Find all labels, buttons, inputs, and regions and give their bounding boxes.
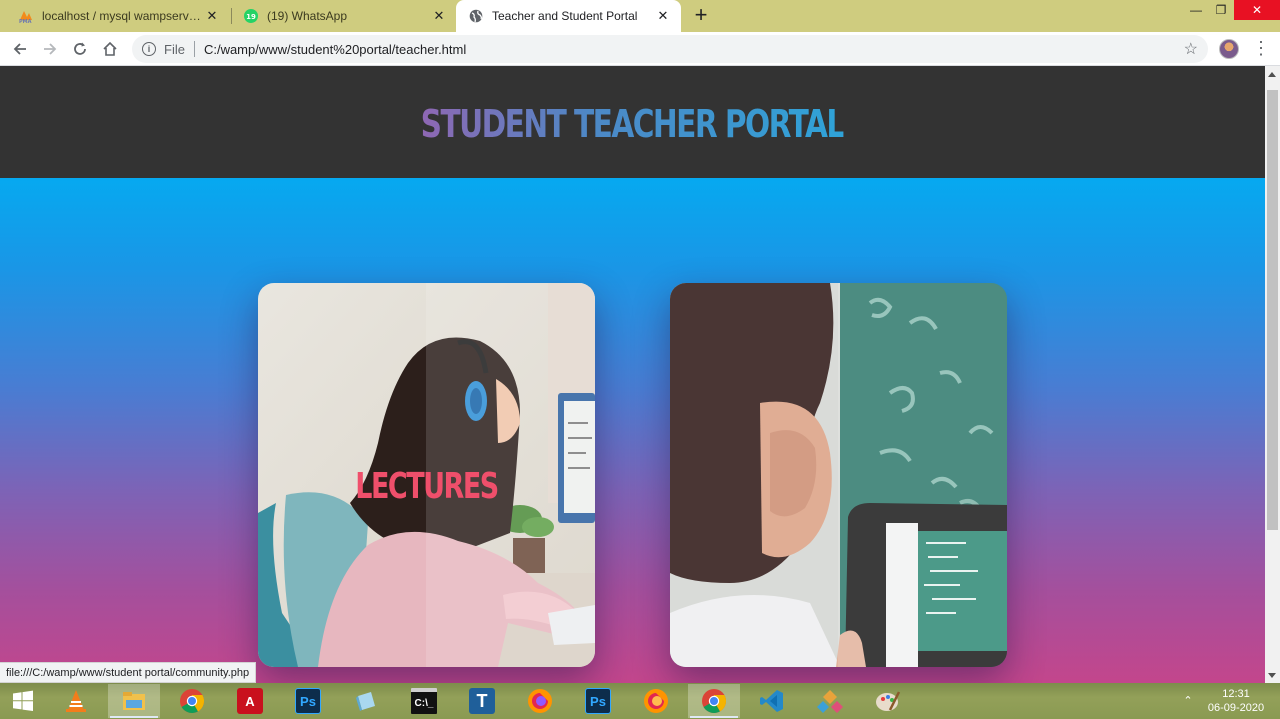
tab-title: Teacher and Student Portal [492, 9, 638, 23]
vscode-icon [760, 690, 783, 712]
tab-strip: PMA localhost / mysql wampserver / s ✕ 1… [0, 0, 1280, 32]
start-button[interactable] [0, 684, 46, 718]
address-bar[interactable]: i File C:/wamp/www/student%20portal/teac… [132, 35, 1208, 63]
lectures-card[interactable]: LECTURES [258, 283, 595, 667]
chrome-icon [702, 689, 727, 714]
browser-toolbar: i File C:/wamp/www/student%20portal/teac… [0, 32, 1280, 66]
info-icon[interactable]: i [142, 42, 156, 56]
scroll-up-icon[interactable] [1268, 72, 1276, 77]
taskbar-typing-master[interactable]: T [456, 684, 508, 718]
tab-title: (19) WhatsApp [267, 9, 348, 23]
back-arrow-icon [13, 43, 26, 55]
file-explorer-icon [123, 692, 145, 710]
taskbar-acrobat[interactable]: A [224, 684, 276, 718]
taskbar-notepad[interactable] [340, 684, 392, 718]
close-tab-icon[interactable]: ✕ [204, 8, 220, 24]
profile-avatar[interactable] [1219, 39, 1239, 59]
tab-title: localhost / mysql wampserver / s [42, 9, 204, 23]
windows-taskbar: A Ps C:\_ T Ps [0, 683, 1280, 719]
tray-overflow-icon[interactable]: ⌃ [1180, 683, 1196, 719]
scroll-down-icon[interactable] [1268, 673, 1276, 678]
restore-button[interactable]: ❐ [1206, 0, 1236, 20]
cmd-icon: C:\_ [411, 688, 437, 714]
taskbar-paint[interactable] [862, 684, 914, 718]
clock-time: 12:31 [1222, 688, 1250, 700]
home-icon [103, 41, 117, 56]
forward-arrow-icon [44, 43, 57, 55]
site-header: Student Teacher Portal [0, 66, 1265, 178]
phpmyadmin-icon: PMA [18, 8, 34, 24]
whatsapp-icon: 19 [243, 8, 259, 24]
new-tab-button[interactable]: + [690, 4, 712, 26]
globe-icon [468, 8, 484, 24]
taskbar-clock[interactable]: 12:31 06-09-2020 [1200, 683, 1272, 719]
taskbar-vscode[interactable] [746, 684, 798, 718]
url-text[interactable]: C:/wamp/www/student%20portal/teacher.htm… [204, 42, 466, 57]
photoshop-icon: Ps [295, 688, 321, 714]
taskbar-chrome-active[interactable] [688, 684, 740, 718]
page-scrollbar[interactable] [1265, 66, 1280, 683]
scrollbar-thumb[interactable] [1267, 90, 1278, 530]
taskbar-firefox[interactable] [514, 684, 566, 718]
firefox-icon [528, 689, 552, 713]
acrobat-icon: A [237, 688, 263, 714]
notepad-icon [356, 692, 375, 711]
svg-text:19: 19 [246, 13, 256, 21]
typing-master-icon: T [469, 688, 495, 714]
taskbar-cmd[interactable]: C:\_ [398, 684, 450, 718]
photoshop-icon: Ps [585, 688, 611, 714]
svg-text:PMA: PMA [19, 19, 32, 24]
start-icon [13, 690, 33, 711]
back-button[interactable] [8, 37, 32, 61]
taskbar-photoshop[interactable]: Ps [282, 684, 334, 718]
taskbar-photoshop-2[interactable]: Ps [572, 684, 624, 718]
vlc-icon [66, 690, 86, 712]
chrome-icon [180, 689, 205, 714]
card-sheen [838, 283, 1007, 667]
firefox-icon [644, 689, 668, 713]
forward-button[interactable] [38, 37, 62, 61]
taskbar-chrome[interactable] [166, 684, 218, 718]
window-close-button[interactable]: ✕ [1234, 0, 1280, 20]
taskbar-firefox-2[interactable] [630, 684, 682, 718]
paint-icon [876, 691, 901, 711]
tab-whatsapp[interactable]: 19 (19) WhatsApp ✕ [225, 0, 457, 32]
taskbar-app[interactable] [804, 684, 856, 718]
bookmark-star-icon[interactable]: ☆ [1184, 39, 1198, 59]
taskbar-vlc[interactable] [50, 684, 102, 718]
link-status-bubble: file:///C:/wamp/www/student portal/commu… [0, 662, 257, 683]
tab-teacher-student-portal[interactable]: Teacher and Student Portal ✕ [456, 0, 681, 32]
page-viewport: Student Teacher Portal [0, 66, 1265, 683]
browser-menu-icon[interactable]: ⋮ [1252, 39, 1270, 59]
chalkboard-card[interactable] [670, 283, 1007, 667]
tab-phpmyadmin[interactable]: PMA localhost / mysql wampserver / s ✕ [0, 0, 230, 32]
page-title: Student Teacher Portal [420, 102, 846, 146]
hero-section: LECTURES [0, 178, 1265, 683]
taskbar-file-explorer[interactable] [108, 684, 160, 718]
reload-button[interactable] [68, 37, 92, 61]
scheme-label: File [164, 41, 185, 57]
clock-date: 06-09-2020 [1207, 702, 1265, 714]
close-tab-icon[interactable]: ✕ [431, 8, 447, 24]
app-icon [817, 690, 843, 713]
home-button[interactable] [98, 37, 122, 61]
reload-icon [74, 42, 86, 55]
lectures-label: LECTURES [355, 466, 499, 507]
close-tab-icon[interactable]: ✕ [655, 8, 671, 24]
omnibox-divider [193, 41, 195, 57]
